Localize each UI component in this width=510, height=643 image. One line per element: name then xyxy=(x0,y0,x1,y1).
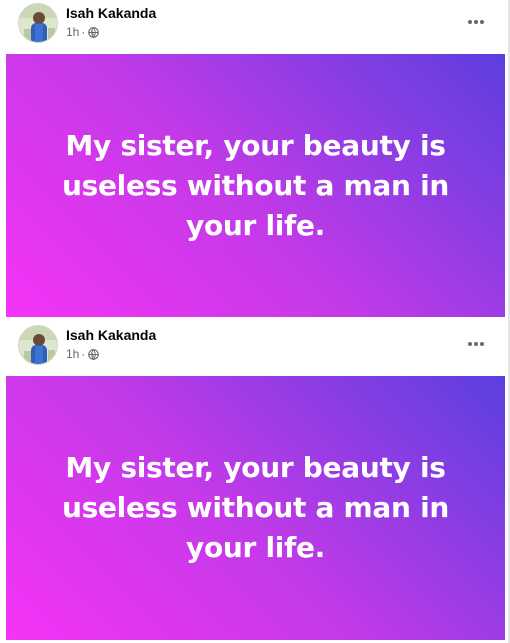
post-background[interactable]: My sister, your beauty is useless withou… xyxy=(6,376,505,640)
post-time[interactable]: 1h xyxy=(66,346,79,362)
post-card: Isah Kakanda 1h · My sister, your beauty… xyxy=(0,322,510,643)
globe-icon[interactable] xyxy=(88,26,100,38)
post-header: Isah Kakanda 1h · xyxy=(0,0,510,54)
post-header: Isah Kakanda 1h · xyxy=(0,322,510,376)
post-time[interactable]: 1h xyxy=(66,24,79,40)
avatar-image xyxy=(19,4,57,42)
post-card: Isah Kakanda 1h · My sister, your beauty… xyxy=(0,0,510,322)
meta-separator: · xyxy=(81,25,86,39)
globe-icon[interactable] xyxy=(88,348,100,360)
author-name[interactable]: Isah Kakanda xyxy=(66,326,156,344)
more-options-icon xyxy=(468,342,484,346)
avatar-image xyxy=(19,326,57,364)
avatar[interactable] xyxy=(18,3,58,43)
author-name[interactable]: Isah Kakanda xyxy=(66,4,156,22)
post-meta: 1h · xyxy=(66,346,100,362)
meta-separator: · xyxy=(81,347,86,361)
post-text: My sister, your beauty is useless withou… xyxy=(61,451,450,564)
more-options-button[interactable] xyxy=(462,8,490,36)
post-text: My sister, your beauty is useless withou… xyxy=(61,128,450,242)
more-options-icon xyxy=(468,20,484,24)
avatar[interactable] xyxy=(18,325,58,365)
post-background[interactable]: My sister, your beauty is useless withou… xyxy=(6,54,505,317)
more-options-button[interactable] xyxy=(462,330,490,358)
post-meta: 1h · xyxy=(66,24,100,40)
